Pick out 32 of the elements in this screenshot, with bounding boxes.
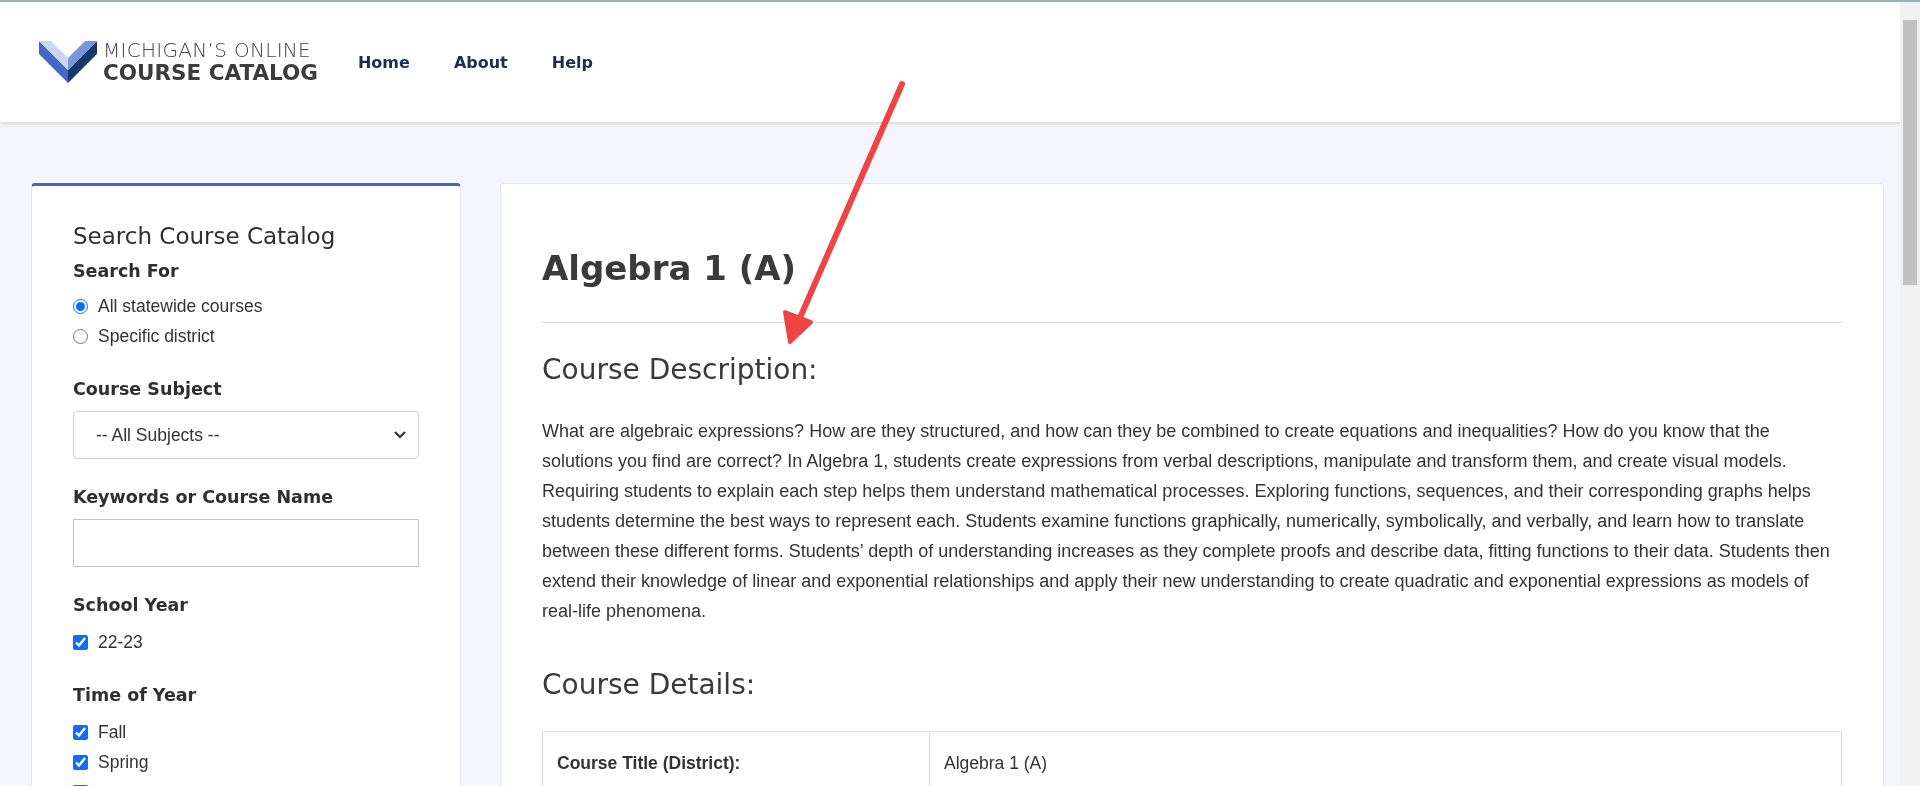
nav-link[interactable]: Help (551, 52, 593, 72)
course-description: What are algebraic expressions? How are they structured, and how can they be combined to create equations and inequalities? How do you know that the solutions you find are correct? In Algebra 1, students create expressions from verbal descriptions, manipulate and transform them, and create visual models. Requiring students to explain each step helps them understand mathematical processes. Exploring functions, sequences, and their corresponding graphs helps students determine the best ways to represent each. Students examine functions graphically, numerically, symbolically, and verbally, and learn how to translate between these different forms. Students’ depth of understanding increases as they complete proofs and describe data, fitting functions to their data. Students then extend their knowledge of linear and exponential relationships and apply their new understanding to create quadratic and exponential expressions as models of real-life phenomena. (542, 420, 1831, 623)
option-label: All statewide courses (98, 295, 263, 317)
course-title: Algebra 1 (A) (542, 248, 798, 288)
subject-dropdown[interactable]: -- All Subjects -- (73, 411, 419, 459)
field-label: School Year (73, 595, 189, 615)
option-label: Fall (98, 721, 127, 743)
field-label: Time of Year (73, 685, 198, 705)
option-label: 22-23 (98, 631, 143, 653)
table-cell: Course Title (District): (542, 731, 930, 786)
field-label: Search For (73, 261, 180, 281)
checkbox[interactable] (73, 754, 88, 770)
logo-text: MICHIGAN’S ONLINE (103, 40, 313, 61)
radio-button[interactable] (73, 328, 88, 344)
section-heading: Course Description: (542, 353, 819, 386)
option-label: Specific district (98, 325, 215, 347)
section-heading: Course Details: (542, 668, 757, 701)
checkbox[interactable] (73, 724, 88, 740)
keywords-input-field[interactable] (73, 519, 419, 567)
field-label: Keywords or Course Name (73, 487, 335, 507)
option-label: Spring (98, 751, 149, 773)
panel-title: Search Course Catalog (73, 223, 337, 249)
scrollbar[interactable] (1900, 2, 1920, 786)
field-label: Course Subject (73, 379, 223, 399)
nav-link[interactable]: Home (357, 52, 410, 72)
table-cell: Algebra 1 (A) (929, 731, 1842, 786)
logo-title: COURSE CATALOG (103, 62, 318, 84)
chevron-logo-icon (39, 41, 97, 83)
nav-link[interactable]: About (453, 52, 508, 72)
chevron-icon (394, 431, 406, 439)
checkbox[interactable] (73, 634, 88, 650)
radio-button[interactable] (73, 298, 88, 314)
